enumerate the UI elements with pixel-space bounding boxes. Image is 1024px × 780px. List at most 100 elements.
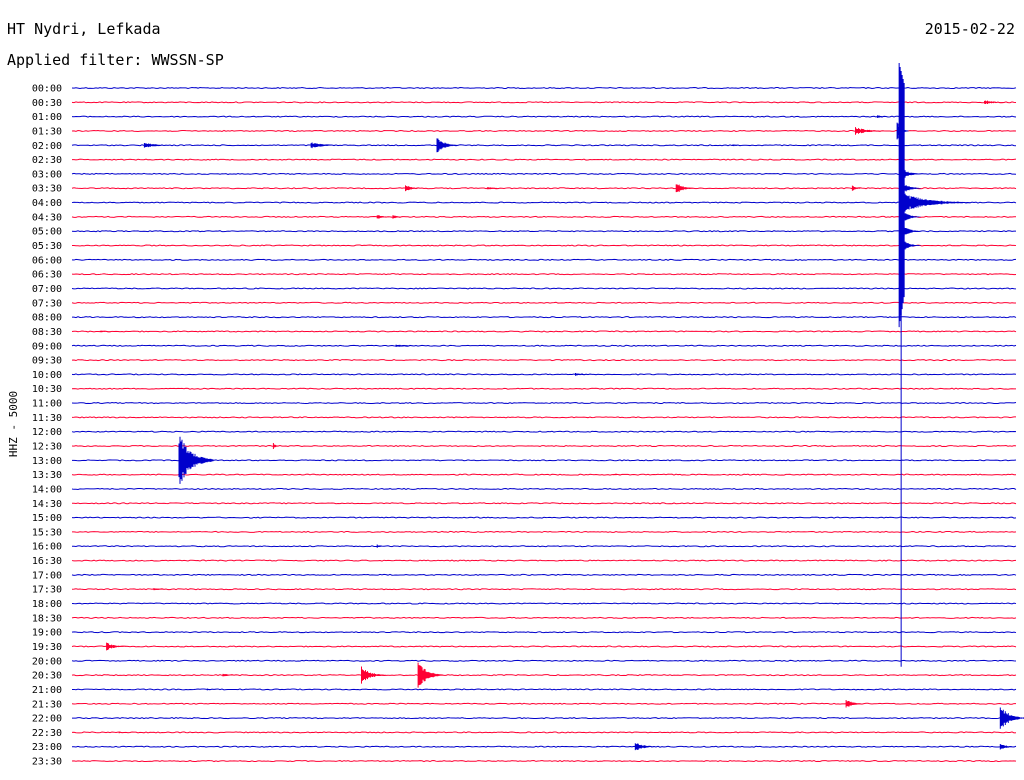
trace-1930 xyxy=(71,645,1017,648)
trace-0900 xyxy=(71,344,1017,347)
event-24 xyxy=(417,662,443,688)
row-label-1100: 11:00 xyxy=(32,399,62,410)
event-30 xyxy=(999,743,1016,750)
row-label-0800: 08:00 xyxy=(32,313,62,324)
row-label-0730: 07:30 xyxy=(32,298,62,309)
trace-0100 xyxy=(71,115,1017,118)
trace-0300 xyxy=(71,172,1017,175)
event-3 xyxy=(143,142,175,148)
trace-1730 xyxy=(71,588,1017,591)
row-label-0200: 02:00 xyxy=(32,141,62,152)
row-label-0030: 00:30 xyxy=(32,98,62,109)
main-event-coda-0400 xyxy=(900,193,971,213)
event-17 xyxy=(178,436,214,484)
row-label-1530: 15:30 xyxy=(32,527,62,538)
trace-2330 xyxy=(71,760,1017,763)
event-2 xyxy=(855,127,890,135)
event-26 xyxy=(845,699,865,708)
trace-0500 xyxy=(71,230,1017,233)
row-label-0000: 00:00 xyxy=(32,84,62,95)
trace-0430 xyxy=(71,215,1017,218)
trace-1630 xyxy=(71,559,1017,562)
event-21 xyxy=(106,642,129,651)
trace-1430 xyxy=(71,502,1017,505)
event-1 xyxy=(877,115,890,118)
row-label-2130: 21:30 xyxy=(32,699,62,710)
row-label-1200: 12:00 xyxy=(32,427,62,438)
event-4 xyxy=(310,142,346,149)
event-9 xyxy=(675,184,695,193)
trace-0630 xyxy=(71,273,1017,276)
trace-2000 xyxy=(71,659,1017,662)
trace-0030 xyxy=(71,101,1017,104)
row-label-0600: 06:00 xyxy=(32,255,62,266)
row-label-0830: 08:30 xyxy=(32,327,62,338)
row-label-1330: 13:30 xyxy=(32,470,62,481)
row-label-0230: 02:30 xyxy=(32,155,62,166)
trace-1830 xyxy=(71,616,1017,619)
row-label-group: 00:00 00:30 01:00 01:30 02:00 02:30 03:00 03:30… xyxy=(32,84,62,768)
event-16 xyxy=(272,442,279,450)
row-label-1800: 18:00 xyxy=(32,599,62,610)
row-label-0630: 06:30 xyxy=(32,270,62,281)
helicorder-plot: 00:00 00:30 01:00 01:30 02:00 02:30 03:00 03:30… xyxy=(32,63,1024,768)
row-label-0430: 04:30 xyxy=(32,212,62,223)
trace-0400 xyxy=(71,201,1017,204)
trace-1130 xyxy=(71,416,1017,419)
trace-1600 xyxy=(71,545,1017,548)
row-label-0530: 05:30 xyxy=(32,241,62,252)
trace-1300 xyxy=(71,459,1017,462)
trace-1530 xyxy=(71,530,1017,533)
main-event-coda-0330 xyxy=(900,182,921,195)
row-label-1730: 17:30 xyxy=(32,585,62,596)
trace-0800 xyxy=(71,316,1017,319)
row-label-2300: 23:00 xyxy=(32,742,62,753)
row-label-1830: 18:30 xyxy=(32,613,62,624)
trace-0530 xyxy=(71,244,1017,247)
event-12 xyxy=(392,215,406,219)
row-label-2330: 23:30 xyxy=(32,757,62,768)
event-11 xyxy=(376,215,393,219)
row-label-0300: 03:00 xyxy=(32,169,62,180)
trace-1500 xyxy=(71,516,1017,519)
row-label-1430: 14:30 xyxy=(32,499,62,510)
trace-1400 xyxy=(71,487,1017,491)
trace-0230 xyxy=(71,158,1017,161)
row-label-2030: 20:30 xyxy=(32,671,62,682)
event-0 xyxy=(984,100,1009,104)
trace-0730 xyxy=(71,301,1017,304)
trace-2030 xyxy=(71,674,1017,677)
row-label-1030: 10:30 xyxy=(32,384,62,395)
row-label-0900: 09:00 xyxy=(32,341,62,352)
trace-1900 xyxy=(71,631,1017,634)
row-label-1630: 16:30 xyxy=(32,556,62,567)
row-label-1130: 11:30 xyxy=(32,413,62,424)
trace-1700 xyxy=(71,573,1017,576)
trace-1800 xyxy=(71,602,1017,605)
trace-0200 xyxy=(71,144,1017,147)
row-label-2100: 21:00 xyxy=(32,685,62,696)
row-label-1600: 16:00 xyxy=(32,542,62,553)
trace-1230 xyxy=(71,444,1017,448)
row-label-0400: 04:00 xyxy=(32,198,62,209)
row-label-1500: 15:00 xyxy=(32,513,62,524)
row-label-0330: 03:30 xyxy=(32,184,62,195)
trace-0930 xyxy=(71,359,1017,362)
trace-1200 xyxy=(71,430,1017,433)
trace-2130 xyxy=(71,702,1017,705)
row-label-0700: 07:00 xyxy=(32,284,62,295)
row-label-1400: 14:00 xyxy=(32,484,62,495)
row-label-2200: 22:00 xyxy=(32,714,62,725)
row-label-1000: 10:00 xyxy=(32,370,62,381)
event-19 xyxy=(376,544,386,548)
event-15 xyxy=(575,373,600,376)
trace-0000 xyxy=(71,86,1017,90)
row-label-1700: 17:00 xyxy=(32,570,62,581)
trace-2200 xyxy=(71,717,1017,720)
trace-1100 xyxy=(71,402,1017,405)
row-label-0500: 05:00 xyxy=(32,227,62,238)
event-27 xyxy=(999,707,1024,729)
trace-0600 xyxy=(71,258,1017,261)
row-label-1900: 19:00 xyxy=(32,628,62,639)
trace-1330 xyxy=(71,473,1017,476)
